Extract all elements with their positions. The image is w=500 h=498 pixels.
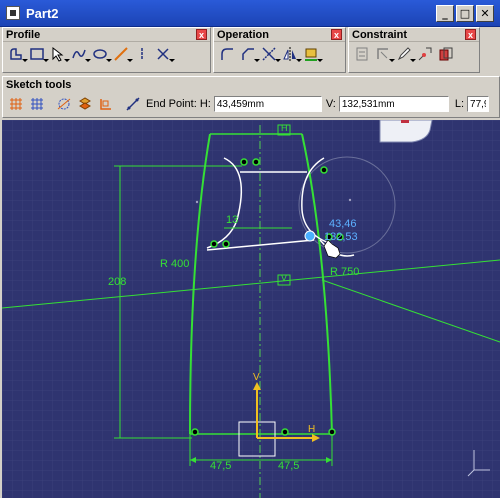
pencil-icon bbox=[397, 47, 411, 61]
project-3d-tool-button[interactable] bbox=[301, 44, 323, 64]
l-label: L: bbox=[454, 98, 465, 110]
axis-tool-button[interactable] bbox=[132, 44, 152, 64]
constraint-icon bbox=[377, 48, 388, 59]
end-point-h-field[interactable] bbox=[213, 96, 322, 112]
close-icon: ✕ bbox=[480, 6, 490, 20]
axis-label-h: H bbox=[308, 424, 316, 435]
constraint-dialog-icon bbox=[356, 47, 368, 61]
end-point-h-label: End Point: H: bbox=[146, 98, 211, 110]
operation-toolbar-close-button[interactable]: x bbox=[331, 29, 342, 40]
sketch-canvas[interactable]: 208 R 400 R 750 13 47,5 47,5 H V 43,46 1… bbox=[2, 120, 500, 498]
chamfer-icon bbox=[242, 48, 254, 60]
point-icon bbox=[52, 46, 64, 62]
dimension-47-5-right[interactable]: 47,5 bbox=[278, 460, 299, 472]
vertical-marker-mid: V bbox=[281, 273, 288, 283]
dimension-13[interactable]: 13 bbox=[226, 214, 238, 226]
geometric-constraints-button[interactable] bbox=[75, 94, 95, 114]
minimize-button[interactable]: _ bbox=[436, 4, 454, 22]
profile-toolbar-title: Profile bbox=[6, 28, 41, 41]
spline-icon bbox=[72, 49, 86, 59]
geometric-constraints-icon bbox=[79, 97, 91, 110]
v-label: V: bbox=[325, 98, 336, 110]
snap-to-point-button[interactable] bbox=[27, 94, 47, 114]
spline-tool-button[interactable] bbox=[69, 44, 91, 64]
constraint-toolbar: Constraint x bbox=[348, 27, 480, 73]
dimension-47-5-left[interactable]: 47,5 bbox=[210, 460, 231, 472]
sketch-tools-toolbar: Sketch tools End Point: H: V: L: bbox=[2, 76, 500, 118]
contact-constraint-button[interactable] bbox=[394, 44, 416, 64]
line-mode-button[interactable] bbox=[123, 94, 143, 114]
cursor-coord-x: 43,46 bbox=[329, 218, 357, 230]
animate-constraint-icon bbox=[418, 47, 432, 61]
sketch-tools-title: Sketch tools bbox=[6, 78, 72, 91]
construction-element-button[interactable] bbox=[54, 94, 74, 114]
dimension-r750[interactable]: R 750 bbox=[330, 266, 359, 278]
operation-toolbar-title: Operation bbox=[217, 28, 269, 41]
dimensional-constraints-icon bbox=[100, 99, 111, 110]
project-3d-icon bbox=[305, 48, 317, 61]
axis-label-v: V bbox=[253, 372, 260, 383]
rectangle-icon bbox=[30, 48, 44, 60]
profile-toolbar: Profile x bbox=[2, 27, 211, 73]
profile-tool-button[interactable] bbox=[6, 44, 28, 64]
operation-toolbar: Operation x bbox=[213, 27, 346, 73]
sketch-geometry bbox=[2, 120, 500, 498]
multi-constraint-icon bbox=[439, 47, 453, 61]
length-field[interactable] bbox=[467, 96, 490, 112]
window-title: Part2 bbox=[26, 5, 59, 21]
chamfer-tool-button[interactable] bbox=[238, 44, 260, 64]
close-button[interactable]: ✕ bbox=[476, 4, 494, 22]
trim-icon bbox=[262, 47, 276, 61]
profile-toolbar-close-button[interactable]: x bbox=[196, 29, 207, 40]
point-tool-button[interactable] bbox=[48, 44, 70, 64]
mirror-tool-button[interactable] bbox=[280, 44, 302, 64]
snap-grid-icon bbox=[31, 98, 43, 110]
line-icon bbox=[114, 47, 128, 61]
point-creation-tool-button[interactable] bbox=[153, 44, 175, 64]
corner-tool-button[interactable] bbox=[217, 44, 237, 64]
line-tool-button[interactable] bbox=[111, 44, 133, 64]
constraint-button[interactable] bbox=[373, 44, 395, 64]
corner-icon bbox=[221, 48, 233, 60]
construction-icon bbox=[57, 98, 71, 110]
constraint-dialog-button[interactable] bbox=[352, 44, 372, 64]
cross-point-icon bbox=[157, 48, 169, 60]
minimize-icon: _ bbox=[442, 6, 448, 20]
profile-icon bbox=[10, 48, 22, 60]
ellipse-icon bbox=[93, 49, 107, 59]
horizontal-marker-top: H bbox=[281, 123, 288, 133]
trim-tool-button[interactable] bbox=[259, 44, 281, 64]
maximize-button[interactable]: □ bbox=[456, 4, 474, 22]
constraint-toolbar-close-button[interactable]: x bbox=[465, 29, 476, 40]
maximize-icon: □ bbox=[459, 6, 471, 20]
dimension-r400[interactable]: R 400 bbox=[160, 258, 189, 270]
edit-multi-constraint-button[interactable] bbox=[436, 44, 456, 64]
constraint-toolbar-title: Constraint bbox=[352, 28, 407, 41]
dimensional-constraints-button[interactable] bbox=[96, 94, 116, 114]
grid-icon bbox=[10, 98, 22, 110]
animate-constraint-button[interactable] bbox=[415, 44, 435, 64]
dimension-208[interactable]: 208 bbox=[108, 276, 126, 288]
axis-icon bbox=[141, 48, 143, 60]
mirror-icon bbox=[283, 47, 296, 61]
ellipse-tool-button[interactable] bbox=[90, 44, 112, 64]
grid-toggle-button[interactable] bbox=[6, 94, 26, 114]
rectangle-tool-button[interactable] bbox=[27, 44, 49, 64]
window-titlebar[interactable]: Part2 _ □ ✕ bbox=[0, 0, 500, 27]
line-mode-icon bbox=[126, 97, 140, 111]
v-coordinate-field[interactable] bbox=[338, 96, 449, 112]
app-icon bbox=[6, 6, 20, 20]
cursor-coord-y: 132,53 bbox=[324, 231, 358, 243]
